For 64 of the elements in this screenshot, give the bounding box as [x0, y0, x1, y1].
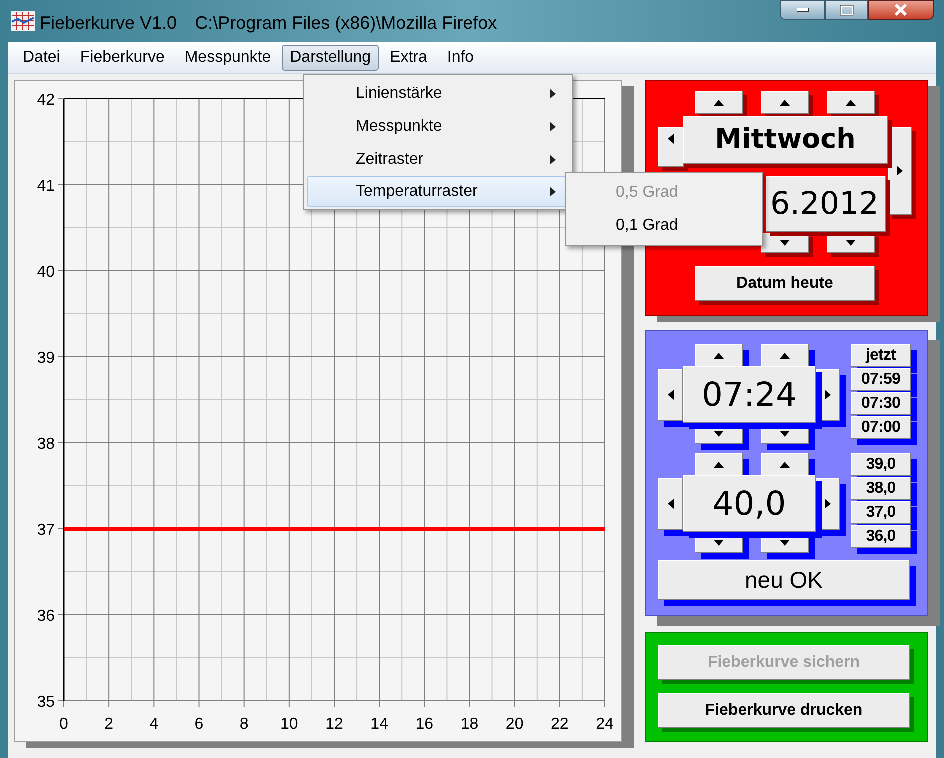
minimize-button[interactable] — [780, 0, 825, 20]
minimize-icon — [796, 8, 808, 12]
down-arrow-icon — [780, 240, 790, 246]
x-tick-label: 20 — [506, 716, 524, 733]
left-arrow-icon — [668, 390, 674, 400]
y-tick-label: 40 — [37, 264, 55, 281]
right-arrow-icon — [897, 166, 903, 176]
x-tick-label: 24 — [596, 716, 614, 733]
up-arrow-icon — [846, 100, 856, 106]
up-arrow-icon — [780, 462, 790, 468]
submenu-arrow-icon — [550, 186, 556, 196]
dropdown-item[interactable]: Linienstärke — [307, 77, 569, 110]
x-tick-label: 12 — [326, 716, 344, 733]
up-arrow-icon — [780, 100, 790, 106]
x-tick-label: 0 — [60, 716, 68, 733]
right-arrow-icon — [825, 499, 831, 509]
left-arrow-icon — [668, 499, 674, 509]
maximize-icon — [840, 4, 854, 16]
dropdown-item[interactable]: Zeitraster — [307, 143, 569, 176]
y-tick-label: 35 — [37, 694, 55, 711]
x-tick-label: 4 — [150, 716, 159, 733]
close-icon — [894, 4, 908, 16]
x-tick-label: 8 — [240, 716, 249, 733]
x-tick-label: 18 — [460, 716, 479, 733]
up-arrow-icon — [714, 100, 724, 106]
up-arrow-icon — [714, 352, 724, 358]
y-tick-label: 37 — [37, 522, 55, 539]
y-tick-label: 41 — [37, 178, 55, 195]
menu-item[interactable]: Fieberkurve — [71, 44, 174, 70]
submenu-arrow-icon — [550, 122, 556, 132]
submenu-item[interactable]: 0,1 Grad — [566, 209, 762, 242]
up-arrow-icon — [780, 352, 790, 358]
close-button[interactable] — [868, 0, 934, 20]
window-path: C:\Program Files (x86)\Mozilla Firefox — [195, 12, 498, 35]
window-title: Fieberkurve V1.0 — [40, 12, 178, 35]
x-tick-label: 2 — [104, 716, 114, 733]
app-icon — [10, 10, 36, 32]
down-arrow-icon — [846, 240, 856, 246]
menu-item[interactable]: Messpunkte — [176, 44, 280, 70]
y-tick-label: 42 — [37, 92, 55, 109]
y-tick-label: 39 — [37, 350, 55, 367]
x-tick-label: 6 — [194, 716, 204, 733]
x-tick-label: 14 — [370, 716, 388, 733]
x-tick-label: 22 — [551, 716, 569, 733]
up-arrow-icon — [714, 462, 724, 468]
down-arrow-icon — [714, 430, 724, 436]
x-tick-label: 16 — [416, 716, 434, 733]
menu-item[interactable]: Datei — [14, 44, 70, 70]
x-tick-label: 10 — [280, 716, 298, 733]
dropdown-item[interactable]: Messpunkte — [307, 110, 569, 143]
down-arrow-icon — [714, 540, 724, 546]
y-tick-label: 36 — [37, 608, 55, 625]
menu-item[interactable]: Darstellung — [282, 44, 380, 70]
submenu-item: 0,5 Grad — [566, 176, 762, 209]
down-arrow-icon — [780, 540, 790, 546]
right-arrow-icon — [825, 390, 831, 400]
left-arrow-icon — [668, 134, 674, 144]
down-arrow-icon — [780, 430, 790, 436]
menu-item[interactable]: Extra — [381, 44, 436, 70]
submenu-arrow-icon — [550, 88, 556, 98]
menu-item[interactable]: Info — [438, 44, 484, 70]
maximize-button[interactable] — [825, 0, 868, 20]
submenu-arrow-icon — [550, 154, 556, 164]
y-tick-label: 38 — [37, 436, 55, 453]
